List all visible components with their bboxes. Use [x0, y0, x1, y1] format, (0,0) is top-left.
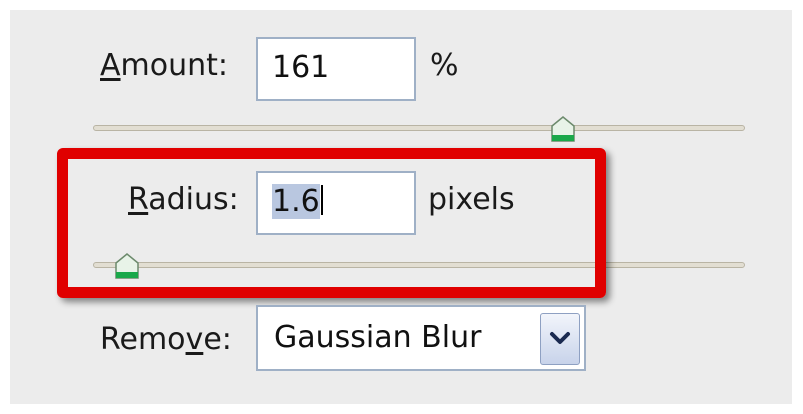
radius-highlight-box	[57, 148, 606, 298]
slider-thumb-icon[interactable]	[550, 115, 576, 143]
remove-select[interactable]: Gaussian Blur	[256, 305, 586, 371]
remove-label: Remove:	[100, 322, 232, 357]
amount-label: Amount:	[100, 48, 229, 83]
dropdown-button[interactable]	[540, 313, 580, 365]
chevron-down-icon	[550, 332, 570, 344]
amount-slider-track[interactable]	[93, 125, 745, 131]
remove-select-value: Gaussian Blur	[274, 320, 482, 355]
amount-unit: %	[430, 48, 459, 83]
amount-input[interactable]: 161	[256, 37, 416, 101]
